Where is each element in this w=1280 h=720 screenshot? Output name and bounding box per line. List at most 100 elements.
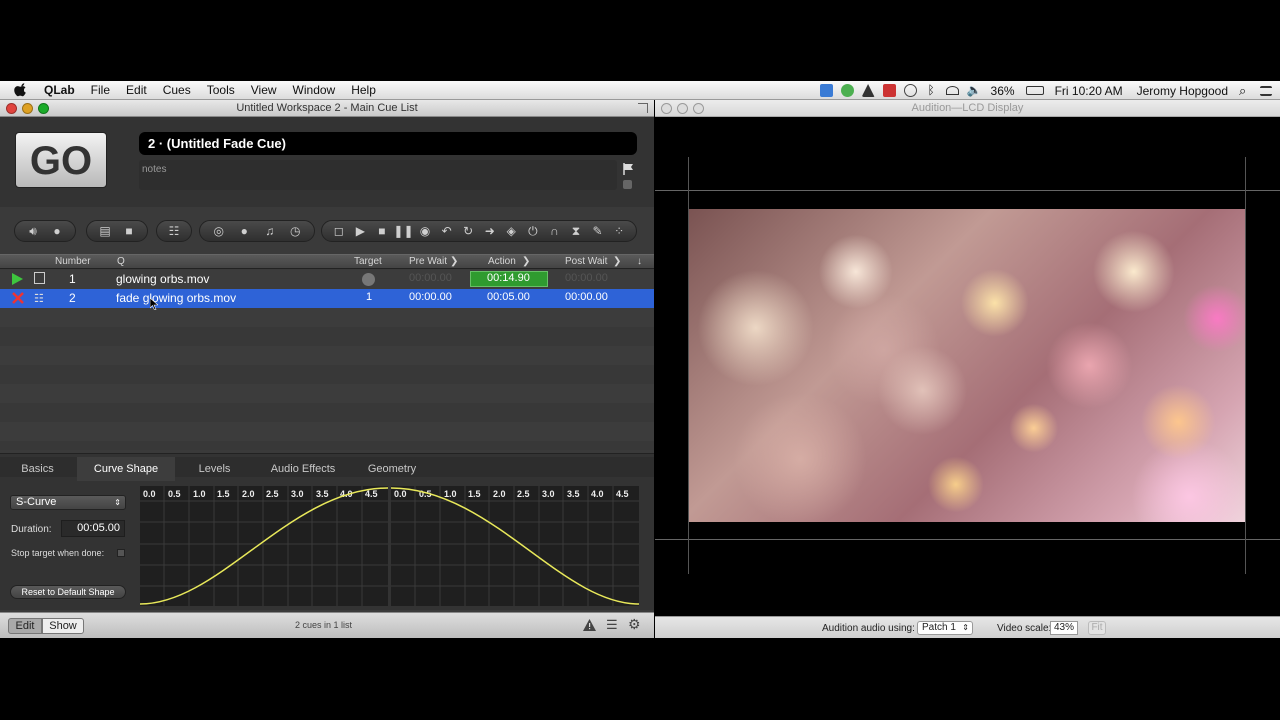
drive-icon[interactable] bbox=[861, 84, 875, 97]
sync-icon[interactable] bbox=[840, 84, 854, 97]
audio-patch-select[interactable]: Patch 1 ⇕ bbox=[917, 621, 973, 635]
battery-icon[interactable] bbox=[1025, 86, 1044, 95]
audition-zoom-button[interactable] bbox=[693, 103, 704, 114]
group-cue-icon[interactable]: ◻ bbox=[332, 224, 346, 238]
post-wait-chevron-icon[interactable]: ❯ bbox=[613, 256, 621, 267]
table-row[interactable]: 1 glowing orbs.mov 00:00.00 00:14.90 00:… bbox=[0, 270, 654, 289]
action-chevron-icon[interactable]: ❯ bbox=[522, 256, 530, 267]
table-row-selected[interactable]: ☷ 2 fade glowing orbs.mov 1 00:00.00 00:… bbox=[0, 289, 654, 308]
menu-view[interactable]: View bbox=[243, 83, 285, 97]
col-action[interactable]: Action bbox=[488, 256, 516, 267]
zoom-button[interactable] bbox=[38, 103, 49, 114]
fade-in-curve-graph[interactable]: 0.0 0.5 1.0 1.5 2.0 2.5 3.0 3.5 4.0 4.5 bbox=[140, 486, 388, 606]
col-target[interactable]: Target bbox=[354, 256, 382, 267]
fit-button[interactable]: Fit bbox=[1088, 621, 1106, 635]
user-name[interactable]: Jeromy Hopgood bbox=[1137, 84, 1228, 98]
col-number[interactable]: Number bbox=[55, 256, 91, 267]
audition-close-button[interactable] bbox=[661, 103, 672, 114]
close-button[interactable] bbox=[6, 103, 17, 114]
cue-title-field[interactable]: 2 · (Untitled Fade Cue) bbox=[139, 132, 637, 155]
apple-icon[interactable] bbox=[14, 83, 28, 97]
target-icon[interactable] bbox=[362, 273, 375, 286]
bluetooth-icon[interactable]: ᛒ bbox=[925, 84, 938, 97]
sort-arrow-icon[interactable]: ↓ bbox=[637, 256, 642, 267]
midi-icon[interactable]: ● bbox=[237, 224, 251, 238]
go-button[interactable]: GO bbox=[15, 132, 107, 188]
cue-name[interactable]: glowing orbs.mov bbox=[116, 272, 209, 286]
shield-icon[interactable] bbox=[882, 84, 896, 97]
script-icon[interactable]: ⁘ bbox=[612, 224, 626, 238]
audition-titlebar[interactable]: Audition—LCD Display bbox=[655, 100, 1280, 117]
reset-icon[interactable]: ↶ bbox=[440, 224, 454, 238]
minimize-button[interactable] bbox=[22, 103, 33, 114]
pause-icon[interactable]: ❚❚ bbox=[393, 224, 413, 238]
duration-field[interactable]: 00:05.00 bbox=[61, 520, 125, 537]
menu-file[interactable]: File bbox=[83, 83, 118, 97]
fade-out-curve-graph[interactable]: 0.0 0.5 1.0 1.5 2.0 2.5 3.0 3.5 4.0 4.5 bbox=[391, 486, 639, 606]
clock[interactable]: Fri 10:20 AM bbox=[1055, 84, 1123, 98]
dropbox-icon[interactable] bbox=[819, 84, 833, 97]
cue-name[interactable]: fade glowing orbs.mov bbox=[116, 291, 236, 305]
cue-action[interactable]: 00:05.00 bbox=[487, 291, 530, 303]
curve-shape-select[interactable]: S-Curve ⇕ bbox=[10, 495, 126, 510]
pre-wait-chevron-icon[interactable]: ❯ bbox=[450, 256, 458, 267]
timecode-icon[interactable]: ◷ bbox=[288, 224, 302, 238]
flag-icon[interactable] bbox=[623, 162, 634, 175]
window-titlebar[interactable]: Untitled Workspace 2 - Main Cue List bbox=[0, 100, 654, 117]
col-post-wait[interactable]: Post Wait bbox=[565, 256, 607, 267]
notification-center-icon[interactable] bbox=[1260, 85, 1272, 96]
stop-icon[interactable]: ■ bbox=[375, 224, 389, 238]
wifi-icon[interactable] bbox=[945, 86, 959, 95]
menu-app[interactable]: QLab bbox=[40, 83, 83, 97]
menu-help[interactable]: Help bbox=[343, 83, 384, 97]
goto-icon[interactable]: ➜ bbox=[483, 224, 497, 238]
video-cue-icon[interactable]: ▤ bbox=[98, 224, 112, 238]
reset-shape-button[interactable]: Reset to Default Shape bbox=[10, 585, 126, 599]
menu-window[interactable]: Window bbox=[285, 83, 344, 97]
time-machine-icon[interactable] bbox=[903, 84, 917, 97]
wait-icon[interactable]: ⧗ bbox=[569, 224, 583, 238]
tab-levels[interactable]: Levels bbox=[177, 457, 252, 481]
camera-icon[interactable]: ■ bbox=[122, 224, 136, 238]
cue-post-wait[interactable]: 00:00.00 bbox=[565, 272, 608, 284]
tab-curve-shape[interactable]: Curve Shape bbox=[77, 457, 175, 481]
start-icon[interactable]: ▶ bbox=[353, 224, 367, 238]
load-icon[interactable]: ↻ bbox=[461, 224, 475, 238]
col-pre-wait[interactable]: Pre Wait bbox=[409, 256, 447, 267]
spotlight-search-icon[interactable]: ⌕ bbox=[1239, 84, 1252, 97]
gear-icon[interactable]: ⚙ bbox=[628, 617, 641, 631]
music-note-icon[interactable]: ♫ bbox=[263, 224, 277, 238]
cue-number[interactable]: 1 bbox=[69, 272, 76, 286]
menu-tools[interactable]: Tools bbox=[199, 83, 243, 97]
cue-target[interactable]: 1 bbox=[366, 291, 372, 303]
record-icon[interactable]: ◉ bbox=[418, 224, 432, 238]
network-icon[interactable]: ◎ bbox=[212, 224, 226, 238]
memo-icon[interactable]: ✎ bbox=[591, 224, 605, 238]
cue-action[interactable]: 00:14.90 bbox=[487, 272, 530, 284]
target-icon[interactable]: ◈ bbox=[504, 224, 518, 238]
video-scale-field[interactable]: 43% bbox=[1050, 621, 1078, 635]
volume-icon[interactable]: 🔈 bbox=[967, 84, 982, 97]
stop-target-checkbox[interactable] bbox=[117, 549, 125, 557]
playhead-icon[interactable] bbox=[11, 273, 23, 288]
fullscreen-icon[interactable] bbox=[638, 103, 648, 113]
audition-minimize-button[interactable] bbox=[677, 103, 688, 114]
notes-field[interactable]: notes bbox=[139, 160, 617, 190]
col-q[interactable]: Q bbox=[117, 256, 125, 267]
menu-edit[interactable]: Edit bbox=[118, 83, 155, 97]
speaker-icon[interactable]: 🔊︎ bbox=[26, 224, 40, 238]
list-icon[interactable]: ☰ bbox=[606, 618, 618, 631]
warning-icon[interactable] bbox=[583, 618, 596, 636]
disarm-icon[interactable]: ⏻ bbox=[526, 224, 540, 238]
show-mode-button[interactable]: Show bbox=[42, 618, 84, 634]
menu-cues[interactable]: Cues bbox=[155, 83, 199, 97]
tab-geometry[interactable]: Geometry bbox=[354, 457, 430, 481]
cue-post-wait[interactable]: 00:00.00 bbox=[565, 291, 608, 303]
tab-basics[interactable]: Basics bbox=[0, 457, 75, 481]
fade-icon[interactable]: ☷ bbox=[167, 224, 181, 238]
broken-cue-icon[interactable] bbox=[12, 292, 24, 307]
notes-scroll-thumb[interactable] bbox=[623, 180, 632, 189]
cue-pre-wait[interactable]: 00:00.00 bbox=[409, 291, 452, 303]
video-preview[interactable] bbox=[689, 209, 1245, 522]
devamp-icon[interactable]: ∩ bbox=[547, 224, 561, 238]
